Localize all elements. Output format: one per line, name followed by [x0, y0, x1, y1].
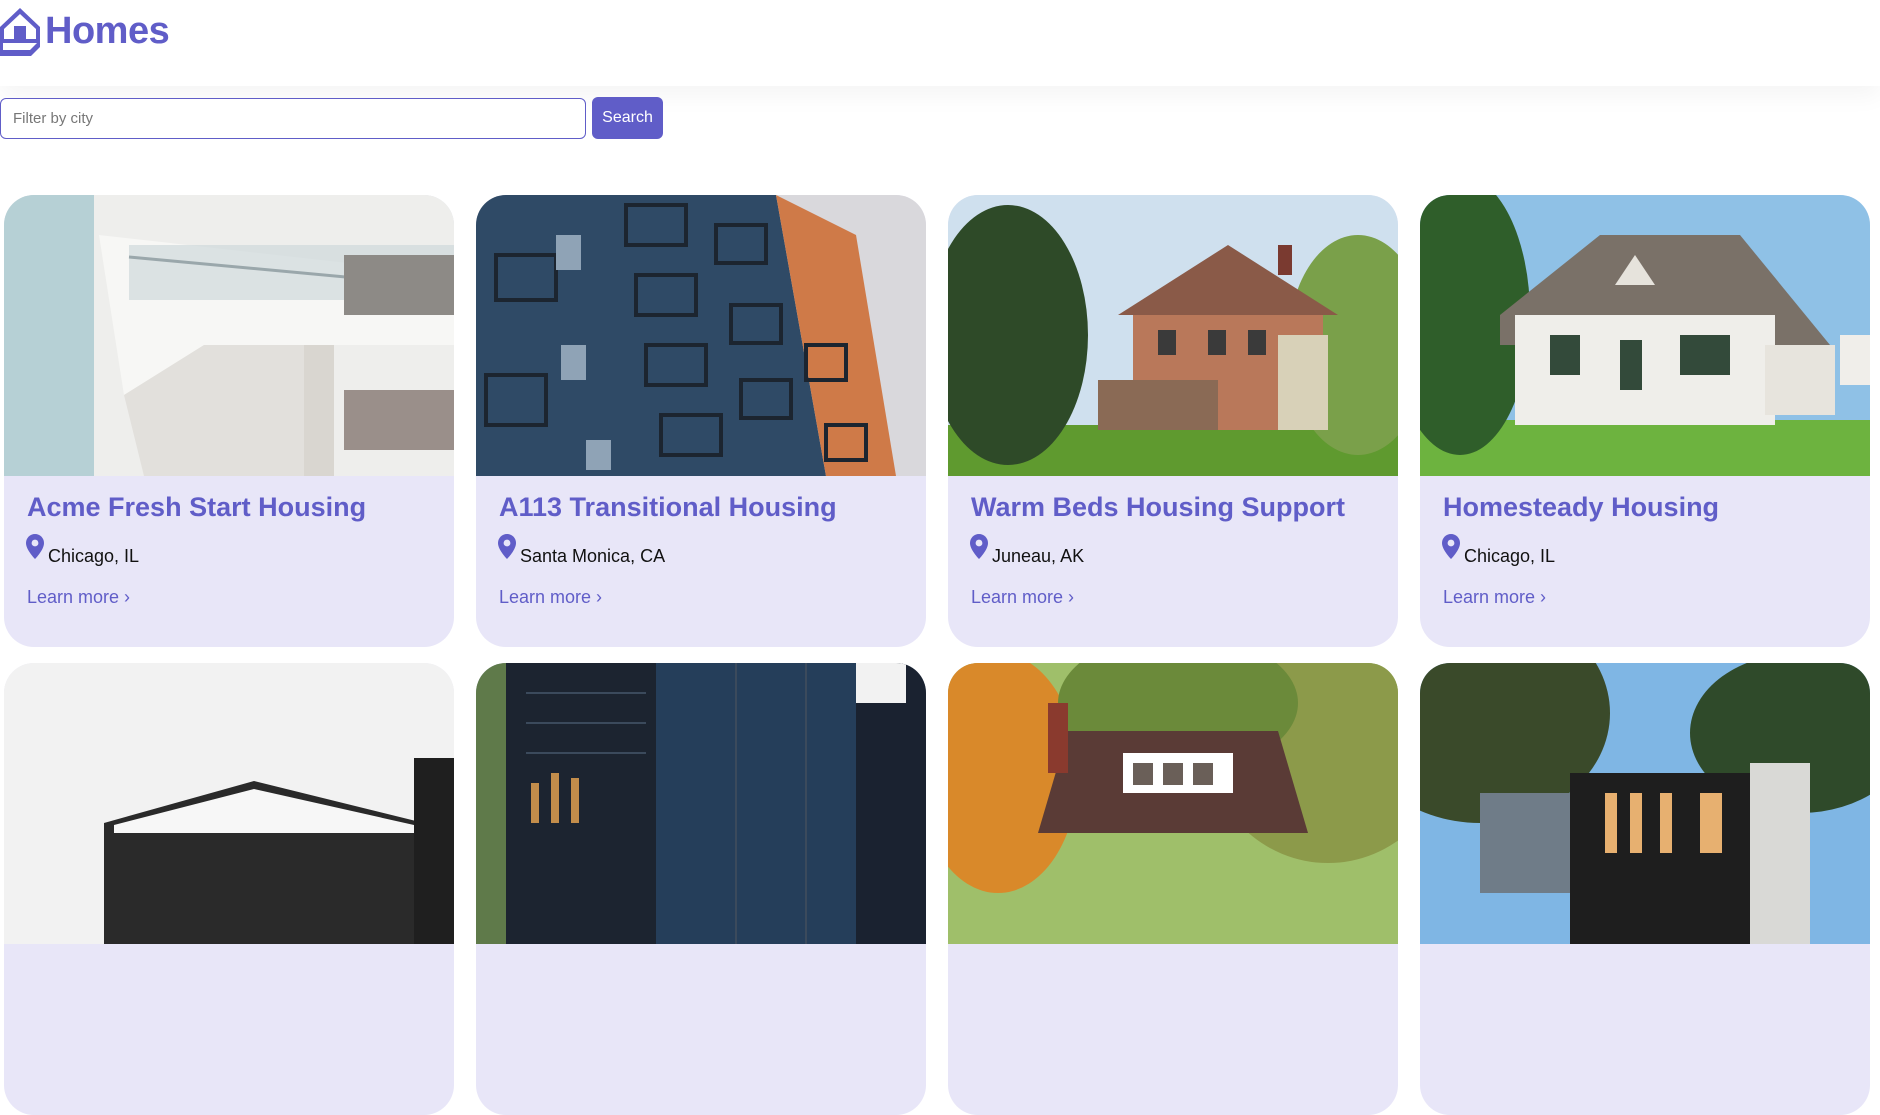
listing-photo	[4, 663, 454, 944]
site-header: Homes	[0, 0, 1880, 86]
listing-card	[948, 663, 1398, 1115]
listing-title: Acme Fresh Start Housing	[27, 492, 367, 522]
listing-location: Chicago, IL	[26, 534, 139, 567]
listing-body: Homesteady Housing Chicago, IL Learn mor…	[1420, 476, 1870, 647]
listing-location-text: Juneau, AK	[992, 546, 1085, 566]
listing-title: A113 Transitional Housing	[499, 492, 837, 522]
listing-location: Juneau, AK	[970, 534, 1084, 567]
listing-location-text: Chicago, IL	[48, 546, 140, 566]
listing-photo	[476, 663, 926, 944]
listing-card: Homesteady Housing Chicago, IL Learn mor…	[1420, 195, 1870, 647]
city-filter-input[interactable]	[0, 97, 586, 139]
listing-photo	[1420, 195, 1870, 476]
learn-more-link[interactable]: Learn more ›	[27, 587, 130, 608]
learn-more-link[interactable]: Learn more ›	[499, 587, 602, 608]
location-pin-icon	[1442, 534, 1460, 559]
listing-body: Acme Fresh Start Housing Chicago, IL Lea…	[4, 476, 454, 647]
location-pin-icon	[26, 534, 44, 559]
listing-title: Homesteady Housing	[1443, 492, 1720, 522]
house-icon	[0, 8, 40, 56]
brand-logo[interactable]: Homes	[0, 6, 170, 56]
brand-name: Homes	[45, 9, 170, 52]
listing-photo	[948, 663, 1398, 944]
listing-location: Santa Monica, CA	[498, 534, 665, 567]
listing-card	[4, 663, 454, 1115]
location-pin-icon	[498, 534, 516, 559]
listing-card: A113 Transitional Housing Santa Monica, …	[476, 195, 926, 647]
listing-card: Warm Beds Housing Support Juneau, AK Lea…	[948, 195, 1398, 647]
search-button[interactable]: Search	[592, 97, 663, 139]
search-bar: Search	[0, 97, 663, 139]
learn-more-link[interactable]: Learn more ›	[1443, 587, 1546, 608]
listing-card	[1420, 663, 1870, 1115]
listing-title: Warm Beds Housing Support	[971, 492, 1346, 522]
listing-card: Acme Fresh Start Housing Chicago, IL Lea…	[4, 195, 454, 647]
listing-card	[476, 663, 926, 1115]
location-pin-icon	[970, 534, 988, 559]
listing-photo	[948, 195, 1398, 476]
listing-photo	[476, 195, 926, 476]
listing-photo	[4, 195, 454, 476]
listing-location: Chicago, IL	[1442, 534, 1555, 567]
listing-body: A113 Transitional Housing Santa Monica, …	[476, 476, 926, 647]
listing-photo	[1420, 663, 1870, 944]
listing-location-text: Santa Monica, CA	[520, 546, 666, 566]
listing-body: Warm Beds Housing Support Juneau, AK Lea…	[948, 476, 1398, 647]
learn-more-link[interactable]: Learn more ›	[971, 587, 1074, 608]
listing-location-text: Chicago, IL	[1464, 546, 1556, 566]
